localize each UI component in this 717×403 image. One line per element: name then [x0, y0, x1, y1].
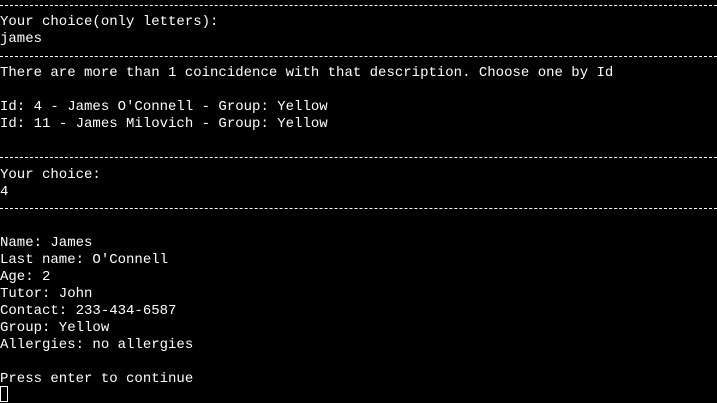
separator-line: [0, 5, 717, 6]
detail-age: Age: 2: [0, 269, 51, 285]
letters-prompt-label: Your choice(only letters):: [0, 14, 219, 30]
detail-name: Name: James: [0, 235, 93, 251]
block-cursor-icon[interactable]: [0, 386, 8, 402]
choice-input-value: 4: [0, 184, 9, 200]
detail-tutor: Tutor: John: [0, 286, 93, 302]
letters-input-value: james: [0, 31, 43, 47]
separator-line: [0, 157, 717, 158]
detail-contact: Contact: 233-434-6587: [0, 303, 177, 319]
detail-last-name: Last name: O'Connell: [0, 252, 169, 268]
detail-group: Group: Yellow: [0, 320, 110, 336]
continue-prompt: Press enter to continue: [0, 371, 194, 387]
choice-prompt-label: Your choice:: [0, 167, 101, 183]
coincidence-option: Id: 11 - James Milovich - Group: Yellow: [0, 116, 328, 132]
coincidence-message: There are more than 1 coincidence with t…: [0, 65, 614, 81]
terminal-window[interactable]: Your choice(only letters): james There a…: [0, 0, 717, 403]
coincidence-option: Id: 4 - James O'Connell - Group: Yellow: [0, 99, 328, 115]
separator-line: [0, 56, 717, 57]
separator-line: [0, 208, 717, 209]
detail-allergies: Allergies: no allergies: [0, 337, 194, 353]
